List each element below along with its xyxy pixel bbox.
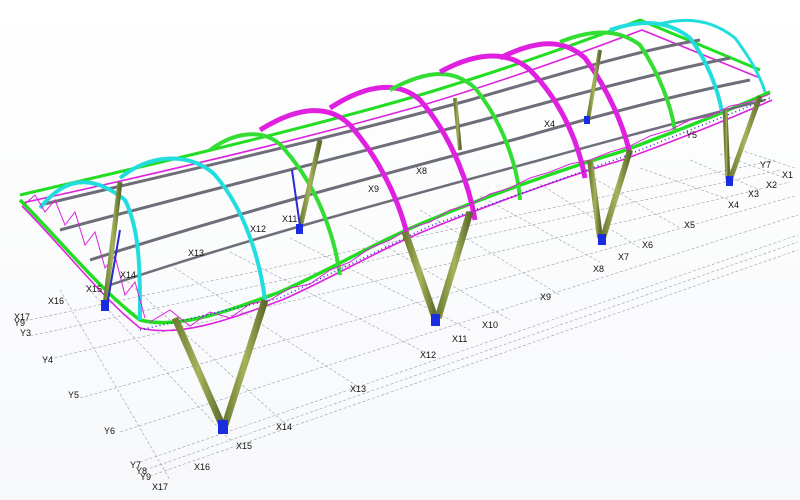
axis-label: X15	[86, 284, 102, 294]
support-a[interactable]	[218, 420, 228, 434]
axis-label: X16	[48, 296, 64, 306]
column-front-a1[interactable]	[171, 316, 226, 427]
axis-label: X7	[618, 252, 629, 262]
axis-label: X2	[766, 180, 777, 190]
model-viewport[interactable]: X1 X2 X3 X4 X5 X6 X7 X8 X9 X10 X11 X12 X…	[0, 0, 800, 500]
ground-grid	[19, 149, 799, 481]
axis-label: X3	[748, 189, 759, 199]
purlin-1[interactable]	[39, 38, 701, 207]
support-b[interactable]	[431, 314, 440, 326]
axis-label: X4	[544, 119, 555, 129]
column-back-3[interactable]	[453, 97, 462, 151]
structural-model-3d-view[interactable]: X1 X2 X3 X4 X5 X6 X7 X8 X9 X10 X11 X12 X…	[0, 0, 800, 500]
axis-label: X1	[782, 170, 793, 180]
axis-label: X4	[728, 200, 739, 210]
back-edge-chord-lower[interactable]	[21, 29, 761, 204]
axis-label: X5	[684, 220, 695, 230]
axis-label: X13	[350, 384, 366, 394]
axis-label: X15	[236, 441, 252, 451]
axis-label: Y6	[104, 426, 115, 436]
purlin-4[interactable]	[109, 98, 766, 287]
axis-label: Y4	[42, 355, 53, 365]
front-edge-chord[interactable]	[18, 90, 771, 325]
axis-label: X17	[152, 482, 168, 492]
column-front-b2[interactable]	[434, 210, 474, 320]
axis-label: X11	[452, 334, 467, 344]
axis-label: X14	[120, 270, 136, 280]
support-back-2[interactable]	[296, 224, 303, 234]
axis-label: X11	[282, 214, 297, 224]
axis-label: X12	[420, 350, 436, 360]
axis-label: X16	[194, 462, 210, 472]
axis-label: X12	[250, 224, 266, 234]
column-front-c1[interactable]	[587, 159, 603, 239]
column-front-a2[interactable]	[221, 298, 269, 427]
front-edge-chord-lower[interactable]	[21, 99, 773, 332]
axis-label: Y9	[14, 318, 25, 328]
axis-label: X14	[276, 422, 292, 432]
axis-label: X10	[482, 320, 498, 330]
support-back-1[interactable]	[101, 300, 109, 311]
axis-label: X8	[416, 166, 427, 176]
axis-label: X9	[368, 184, 379, 194]
column-front-d1[interactable]	[722, 109, 731, 181]
axis-label: Y5	[686, 130, 697, 140]
column-front-c2[interactable]	[600, 149, 633, 239]
grid-axis-labels: X1 X2 X3 X4 X5 X6 X7 X8 X9 X10 X11 X12 X…	[14, 119, 793, 492]
axis-label: X8	[593, 264, 604, 274]
columns[interactable]	[102, 49, 763, 427]
axis-label: Y3	[20, 328, 31, 338]
axis-label: X6	[642, 240, 653, 250]
axis-label: X9	[540, 292, 551, 302]
axis-label: Y5	[68, 390, 79, 400]
canopy-roof[interactable]	[18, 18, 773, 332]
axis-label: Y9	[140, 472, 151, 482]
support-d[interactable]	[726, 176, 733, 186]
axis-label: Y7	[760, 160, 771, 170]
column-back-2[interactable]	[297, 139, 323, 229]
support-back-4[interactable]	[584, 116, 590, 124]
axis-label: X13	[188, 248, 204, 258]
support-c[interactable]	[598, 234, 606, 245]
